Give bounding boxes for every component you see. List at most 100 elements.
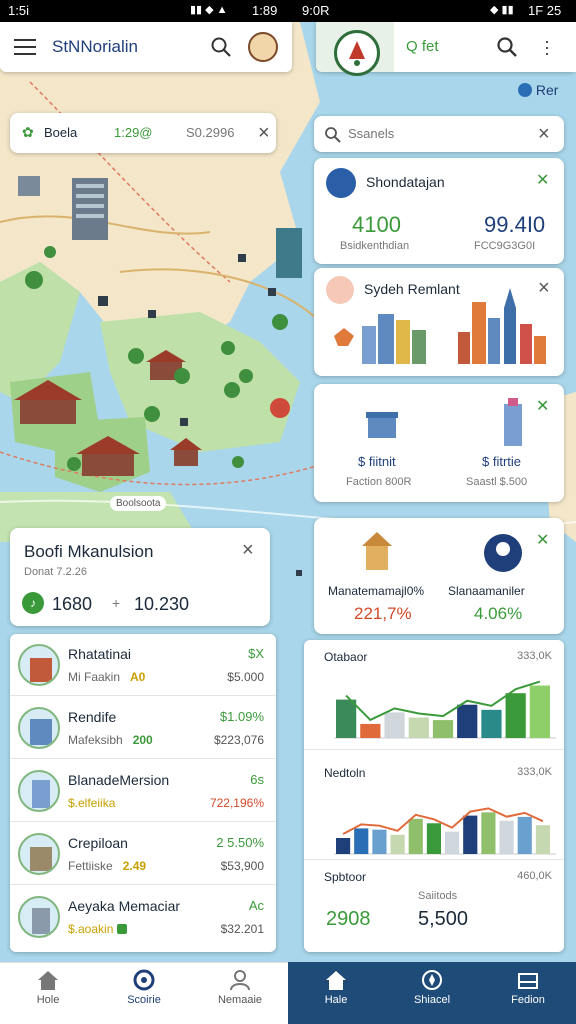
nav-profile-label: Nemaaie <box>217 994 263 1006</box>
close-icon[interactable]: × <box>258 123 270 143</box>
search-icon <box>325 127 341 143</box>
chart-1[interactable]: Otabaor 333,0K <box>304 640 564 750</box>
city-card[interactable]: Sydeh Remlant × <box>314 268 564 376</box>
close-icon[interactable]: × <box>242 540 254 560</box>
nav-home-2[interactable]: Hale <box>288 962 384 1024</box>
search-panel[interactable]: Ssanels × <box>314 116 564 152</box>
buildings-card[interactable]: ✕ $ fiitnit Faction 800R $ fitrtie Saast… <box>314 384 564 502</box>
nav-inbox-label: Fedion <box>511 994 545 1006</box>
chart-bar <box>457 704 478 738</box>
chart-1-max: 333,0K <box>517 650 552 662</box>
property-name: Aeyaka Memaciar <box>68 898 181 914</box>
more-icon[interactable]: · · · <box>544 32 550 62</box>
property-sub: $.aoakin <box>68 922 127 936</box>
chart-bar <box>360 723 381 738</box>
chart-bar <box>529 685 550 738</box>
logo-badge <box>334 30 380 76</box>
search-field[interactable]: Ssanels <box>348 126 394 141</box>
status-icons-2: ◆ ▮▮ <box>490 4 514 16</box>
filter-value-2: S0.2996 <box>186 125 235 140</box>
summary-card[interactable]: Boofi Mkanulsion × Donat 7.2.26 ♪ 1680 +… <box>10 528 270 626</box>
nav-home[interactable]: Hole <box>0 962 96 1024</box>
chart-bar <box>408 818 423 854</box>
property-price: $223,076 <box>213 733 264 747</box>
chart-3-max: 460,0K <box>517 870 552 882</box>
map-filter-chip[interactable]: ✿ Boela 1:29@ S0.2996 × <box>10 113 276 153</box>
summary-date: Donat 7.2.26 <box>24 566 87 578</box>
property-name: Crepiloan <box>68 835 128 851</box>
nav-settings[interactable]: Scoirie <box>96 962 192 1024</box>
status-time: 1:5i <box>8 3 29 18</box>
stats-title: Shondatajan <box>366 174 445 190</box>
nav-home-label: Hole <box>36 994 60 1006</box>
summary-value-1: 1680 <box>52 594 93 614</box>
settings-icon <box>133 969 155 991</box>
expand-icon[interactable]: ✕ <box>536 396 549 416</box>
search-icon[interactable] <box>496 36 518 58</box>
chart-bar <box>481 812 496 854</box>
nav-profile[interactable]: Nemaaie <box>192 962 288 1024</box>
avatar[interactable] <box>248 32 278 62</box>
filter-value-1: 1:29@ <box>114 125 153 140</box>
chart-bar <box>372 829 387 854</box>
expand-icon[interactable]: ✕ <box>536 170 549 190</box>
search-icon[interactable] <box>210 36 232 58</box>
search-box[interactable]: Q fet · · · <box>394 22 576 72</box>
list-item[interactable]: Rendife Mafeksibh 200 $1.09% $223,076 <box>10 697 276 759</box>
property-change: 2 5.50% <box>216 835 264 850</box>
office-building <box>72 178 108 240</box>
chart-bar <box>517 816 532 854</box>
percent-right-value: 4.06% <box>474 604 523 623</box>
map-marker-label[interactable]: Boolsoota <box>110 496 167 511</box>
property-list: Rhatatinai Mi Faakin A0 $X $5.000 Rendife… <box>10 634 276 952</box>
property-change: $X <box>248 646 264 661</box>
home-icon <box>38 971 58 990</box>
chart-3[interactable]: Spbtoor 460,0K Saiitods 2908 5,500 <box>304 862 564 952</box>
status-bar: 1:5i ▮▮ ◆ ▲ 1:89 9:0R ◆ ▮▮ 1F 25 <box>0 0 576 22</box>
list-item[interactable]: Crepiloan Fettiiske 2.49 2 5.50% $53,900 <box>10 823 276 885</box>
inbox-icon <box>518 973 538 989</box>
filter-label: Boela <box>44 125 78 140</box>
property-price: 722,196% <box>209 796 264 810</box>
badge-link[interactable]: Rer <box>518 82 558 98</box>
chart-bar <box>384 712 405 738</box>
property-name: Rhatatinai <box>68 646 132 662</box>
percent-card[interactable]: ✕ Manatemamajl0% 221,7% Slanaamaniler 4.… <box>314 518 564 634</box>
info-icon <box>518 83 532 97</box>
percent-right-label: Slanaamaniler <box>448 584 525 598</box>
list-item[interactable]: Aeyaka Memaciar $.aoakin Ac $32.201 <box>10 886 276 948</box>
chart-bar <box>426 823 441 854</box>
search-input[interactable]: Q fet <box>406 38 439 55</box>
user-icon <box>326 168 356 198</box>
expand-icon[interactable]: ✕ <box>536 530 549 550</box>
property-thumbnail <box>18 896 60 938</box>
user-icon <box>230 970 250 991</box>
property-sub: $.elfeiika <box>68 796 116 810</box>
leaf-icon: ✿ <box>22 124 34 140</box>
nav-inbox[interactable]: Fedion <box>480 962 576 1024</box>
price-right-sub: Saastl $.500 <box>466 476 528 488</box>
status-time-2: 1:89 <box>252 3 278 18</box>
chart-2-max: 333,0K <box>517 766 552 778</box>
chart-bar <box>499 820 514 854</box>
chart-3-sub: Saiitods <box>418 890 458 902</box>
stats-card[interactable]: Shondatajan ✕ 4100 99.4I0 Bsidkenthdian … <box>314 158 564 264</box>
nav-compass[interactable]: Shiacel <box>384 962 480 1024</box>
price-left: $ fiitnit <box>358 454 396 469</box>
percent-left-value: 221,7% <box>354 604 412 623</box>
property-sub: Mi Faakin A0 <box>68 670 146 684</box>
menu-icon[interactable] <box>14 39 36 55</box>
status-icons: ▮▮ ◆ ▲ <box>190 4 228 16</box>
chart-2[interactable]: Nedtoln 333,0K <box>304 756 564 860</box>
summary-title: Boofi Mkanulsion <box>24 542 154 561</box>
list-item[interactable]: BlanadeMersion $.elfeiika 6s 722,196% <box>10 760 276 822</box>
tower-icon <box>504 398 522 446</box>
chart-1-label: Otabaor <box>324 650 368 664</box>
list-item[interactable]: Rhatatinai Mi Faakin A0 $X $5.000 <box>10 634 276 696</box>
chart-bar <box>336 699 357 738</box>
property-price: $5.000 <box>227 670 264 684</box>
property-sub: Fettiiske 2.49 <box>68 859 147 873</box>
close-icon[interactable]: × <box>538 124 550 144</box>
charts-panel: Otabaor 333,0K Nedtoln 333,0K Spbtoor 46… <box>304 640 564 952</box>
profile-icon <box>484 534 522 572</box>
